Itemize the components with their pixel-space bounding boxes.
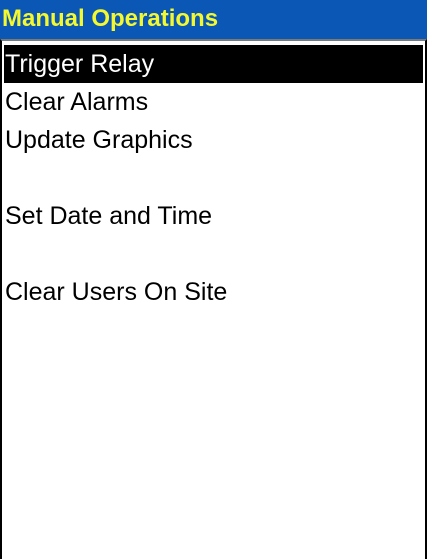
list-item-spacer[interactable] [4, 159, 423, 197]
list-item-update-graphics[interactable]: Update Graphics [4, 121, 423, 159]
operations-list[interactable]: Trigger Relay Clear Alarms Update Graphi… [0, 39, 427, 559]
list-item-spacer[interactable] [4, 235, 423, 273]
panel-title: Manual Operations [2, 5, 219, 32]
list-item-clear-users-on-site[interactable]: Clear Users On Site [4, 273, 423, 311]
list-item-set-date-and-time[interactable]: Set Date and Time [4, 197, 423, 235]
list-item-trigger-relay[interactable]: Trigger Relay [4, 45, 423, 83]
manual-operations-panel: Manual Operations Trigger Relay Clear Al… [0, 0, 427, 559]
panel-title-bar: Manual Operations [0, 0, 427, 39]
list-item-clear-alarms[interactable]: Clear Alarms [4, 83, 423, 121]
